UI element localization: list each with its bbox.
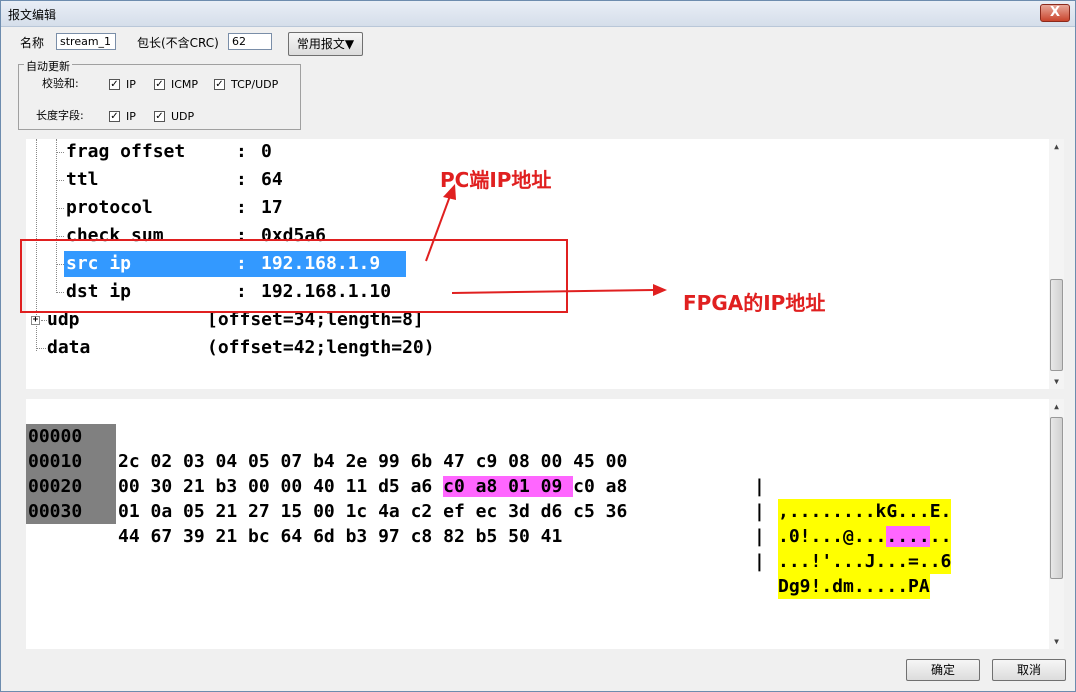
tree-row-sep: : xyxy=(236,197,247,218)
hex-ascii: ...!'...J...=..6 xyxy=(778,549,952,574)
ascii-post: .. xyxy=(929,526,952,547)
name-input[interactable]: stream_1 xyxy=(56,33,116,50)
hex-bytes-pre: 44 67 39 21 bc 64 6d b3 97 c8 82 b5 50 4… xyxy=(118,526,563,547)
tree-row-sep: : xyxy=(236,141,247,162)
scrollbar-thumb[interactable] xyxy=(1050,417,1063,579)
close-button[interactable]: X xyxy=(1040,4,1070,22)
hex-scrollbar[interactable]: ▲ ▼ xyxy=(1049,399,1064,649)
tree-branch xyxy=(56,180,64,181)
hex-separator: | xyxy=(754,526,765,547)
checkbox-checksum-icmp-label: ICMP xyxy=(171,78,199,91)
tree-node-data[interactable]: data xyxy=(47,335,90,361)
scroll-down-icon[interactable]: ▼ xyxy=(1049,634,1064,649)
ok-button[interactable]: 确定 xyxy=(906,659,980,681)
ascii-pre: .0!...@... xyxy=(778,526,887,547)
checkbox-length-udp[interactable]: ✓ xyxy=(154,111,165,122)
hex-row: 00010 00 30 21 b3 00 00 40 11 d5 a6 c0 a… xyxy=(26,424,1016,549)
tree-branch xyxy=(56,208,64,209)
checksum-label: 校验和: xyxy=(42,77,79,90)
hex-ascii: ,........kG...E. xyxy=(778,499,952,524)
checkbox-checksum-ip[interactable]: ✓ xyxy=(109,79,120,90)
scroll-up-icon[interactable]: ▲ xyxy=(1049,399,1064,414)
tree-row[interactable]: frag offset xyxy=(66,139,185,165)
hex-bytes[interactable]: 44 67 39 21 bc 64 6d b3 97 c8 82 b5 50 4… xyxy=(118,524,562,549)
tree-row-key: frag offset xyxy=(66,141,186,162)
ascii-pre: ...!'...J...=..6 xyxy=(778,551,952,572)
hex-dump-view[interactable]: 00000 2c 02 03 04 05 07 b4 2e 99 6b 47 c… xyxy=(26,399,1064,649)
auto-update-title: 自动更新 xyxy=(24,58,72,74)
hex-separator: | xyxy=(754,501,765,522)
tree-node-data-info: (offset=42;length=20) xyxy=(207,337,435,358)
checkbox-checksum-icmp[interactable]: ✓ xyxy=(154,79,165,90)
hex-separator: | xyxy=(754,551,765,572)
annotation-pc-ip: PC端IP地址 xyxy=(440,168,552,192)
tree-row-value: 17 xyxy=(261,197,283,218)
tree-row-key: protocol xyxy=(66,197,153,218)
tree-row-sep: : xyxy=(236,169,247,190)
tree-branch xyxy=(56,236,64,237)
title-bar: 报文编辑 X xyxy=(1,1,1075,27)
hex-bytes[interactable]: 01 0a 05 21 27 15 00 1c 4a c2 ef ec 3d d… xyxy=(118,499,627,524)
tree-row-value: 0 xyxy=(261,141,272,162)
checkbox-checksum-ip-label: IP xyxy=(126,78,136,91)
cancel-button[interactable]: 取消 xyxy=(992,659,1066,681)
checkbox-length-ip[interactable]: ✓ xyxy=(109,111,120,122)
hex-ascii: Dg9!.dm.....PA xyxy=(778,574,930,599)
name-label: 名称 xyxy=(20,36,45,50)
tree-row[interactable]: protocol xyxy=(66,195,153,221)
tree-scrollbar[interactable]: ▲ ▼ xyxy=(1049,139,1064,389)
tree-branch xyxy=(36,348,46,349)
common-packets-button[interactable]: 常用报文▼ xyxy=(288,32,363,56)
scroll-down-icon[interactable]: ▼ xyxy=(1049,374,1064,389)
annotation-highlight-box xyxy=(20,239,568,313)
tree-row-key: ttl xyxy=(66,169,99,190)
window-title: 报文编辑 xyxy=(8,8,57,22)
hex-bytes-pre: 01 0a 05 21 27 15 00 1c 4a c2 ef ec 3d d… xyxy=(118,501,628,522)
hex-row: 00030 44 67 39 21 bc 64 6d b3 97 c8 82 b… xyxy=(26,474,1016,599)
ascii-pre: Dg9!.dm.....PA xyxy=(778,576,930,597)
hex-row: 00000 2c 02 03 04 05 07 b4 2e 99 6b 47 c… xyxy=(26,399,1016,524)
length-field-label: 长度字段: xyxy=(36,109,84,122)
checkbox-length-udp-label: UDP xyxy=(171,110,195,123)
checkbox-checksum-tcpudp-label: TCP/UDP xyxy=(231,78,279,91)
hex-ascii: .0!...@......... xyxy=(778,524,952,549)
hex-offset: 00030 xyxy=(26,499,116,524)
tree-row-value: 64 xyxy=(261,169,283,190)
ascii-highlight: .... xyxy=(886,526,930,547)
hex-row: 00020 01 0a 05 21 27 15 00 1c 4a c2 ef e… xyxy=(26,449,1016,574)
annotation-fpga-ip: FPGA的IP地址 xyxy=(683,291,826,315)
checkbox-checksum-tcpudp[interactable]: ✓ xyxy=(214,79,225,90)
scrollbar-thumb[interactable] xyxy=(1050,279,1063,371)
expand-icon[interactable]: + xyxy=(31,316,40,325)
length-label: 包长(不含CRC) xyxy=(137,36,219,50)
checkbox-length-ip-label: IP xyxy=(126,110,136,123)
scroll-up-icon[interactable]: ▲ xyxy=(1049,139,1064,154)
tree-branch xyxy=(56,152,64,153)
tree-row[interactable]: ttl xyxy=(66,167,99,193)
ascii-pre: ,........kG...E. xyxy=(778,501,952,522)
length-input[interactable]: 62 xyxy=(228,33,272,50)
